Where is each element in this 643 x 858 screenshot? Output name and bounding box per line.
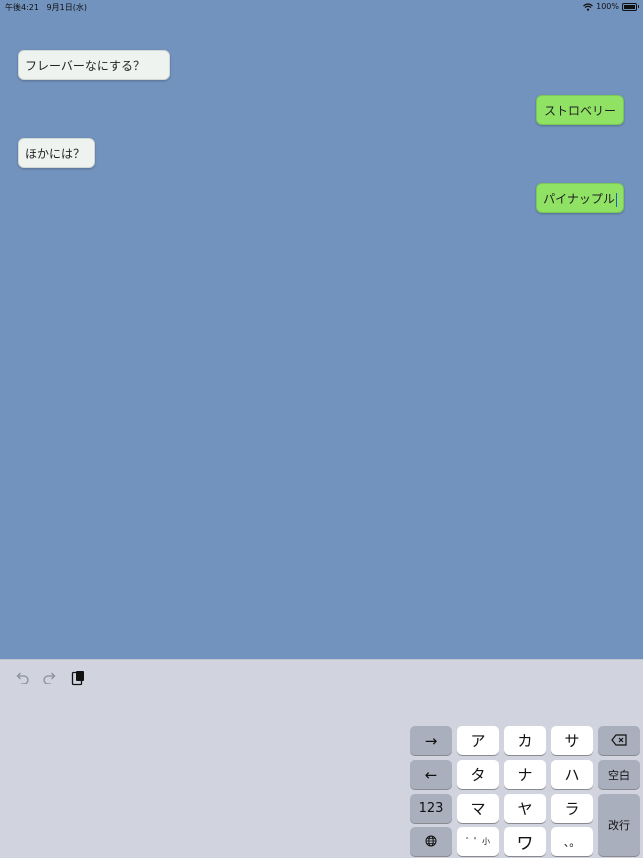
key-label: マ [470, 800, 486, 818]
status-date: 9月1日(水) [46, 3, 87, 12]
status-bar: 午後4:21 9月1日(水) 100% [0, 0, 643, 14]
outgoing-message-bubble: ストロベリー [536, 95, 624, 125]
dakuten-key[interactable]: ゛゜小 [457, 827, 499, 856]
key-label: ワ [516, 834, 534, 854]
text-cursor [615, 192, 617, 207]
globe-key[interactable] [410, 827, 452, 856]
key-ha[interactable]: ハ [551, 760, 593, 789]
battery-icon [622, 2, 639, 11]
key-label: ナ [517, 766, 533, 784]
delete-key[interactable] [598, 726, 640, 755]
keyboard-shortcut-bar [0, 659, 643, 696]
message-text: ストロベリー [543, 104, 616, 118]
key-a[interactable]: ア [457, 726, 499, 755]
key-label: → [424, 731, 438, 750]
key-ya[interactable]: ヤ [504, 794, 546, 823]
clipboard-icon[interactable] [68, 668, 88, 688]
incoming-message-bubble: フレーバーなにする？ [18, 50, 170, 80]
status-right: 100% [583, 2, 639, 11]
status-left: 午後4:21 9月1日(水) [5, 2, 87, 13]
key-ta[interactable]: タ [457, 760, 499, 789]
numbers-key[interactable]: 123 [410, 794, 452, 823]
key-label: ア [470, 732, 486, 750]
redo-icon[interactable] [40, 668, 60, 688]
key-label: タ [470, 766, 486, 784]
key-ka[interactable]: カ [504, 726, 546, 755]
key-label: 改行 [608, 819, 630, 832]
kana-keyboard: → ア カ サ ← タ ナ ハ 空白 123 マ ヤ ラ 改行 ゛゜小 ワ 、。 [0, 696, 643, 858]
message-text: ほかには？ [25, 147, 86, 161]
incoming-message-bubble: ほかには？ [18, 138, 95, 168]
status-time: 午後4:21 [5, 3, 39, 12]
message-text: フレーバーなにする？ [25, 59, 146, 73]
punctuation-key[interactable]: 、。 [551, 827, 593, 856]
arrow-right-key[interactable]: → [410, 726, 452, 755]
chat-area[interactable]: フレーバーなにする？ ストロベリー ほかには？ パイナップル [0, 14, 643, 659]
key-sa[interactable]: サ [551, 726, 593, 755]
battery-fill [624, 4, 635, 9]
key-label: カ [517, 732, 533, 750]
key-label: 123 [418, 801, 444, 816]
undo-icon[interactable] [12, 668, 32, 688]
key-label: 空白 [608, 768, 630, 782]
globe-icon [425, 833, 437, 851]
message-text: パイナップル [543, 192, 615, 206]
key-na[interactable]: ナ [504, 760, 546, 789]
battery-percent: 100% [596, 2, 619, 11]
key-label: ラ [564, 800, 580, 818]
key-label: ← [424, 765, 438, 784]
delete-icon [611, 732, 627, 750]
key-wa[interactable]: ワ [504, 827, 546, 856]
key-label: ゛゜小 [466, 837, 490, 846]
key-label: 、。 [563, 835, 581, 849]
enter-key[interactable]: 改行 [598, 794, 640, 856]
key-label: ハ [564, 766, 580, 784]
outgoing-message-input-bubble[interactable]: パイナップル [536, 183, 624, 213]
key-ma[interactable]: マ [457, 794, 499, 823]
key-ra[interactable]: ラ [551, 794, 593, 823]
key-label: サ [564, 732, 580, 750]
key-label: ヤ [517, 800, 533, 818]
arrow-left-key[interactable]: ← [410, 760, 452, 789]
space-key[interactable]: 空白 [598, 760, 640, 789]
wifi-icon [583, 2, 594, 11]
